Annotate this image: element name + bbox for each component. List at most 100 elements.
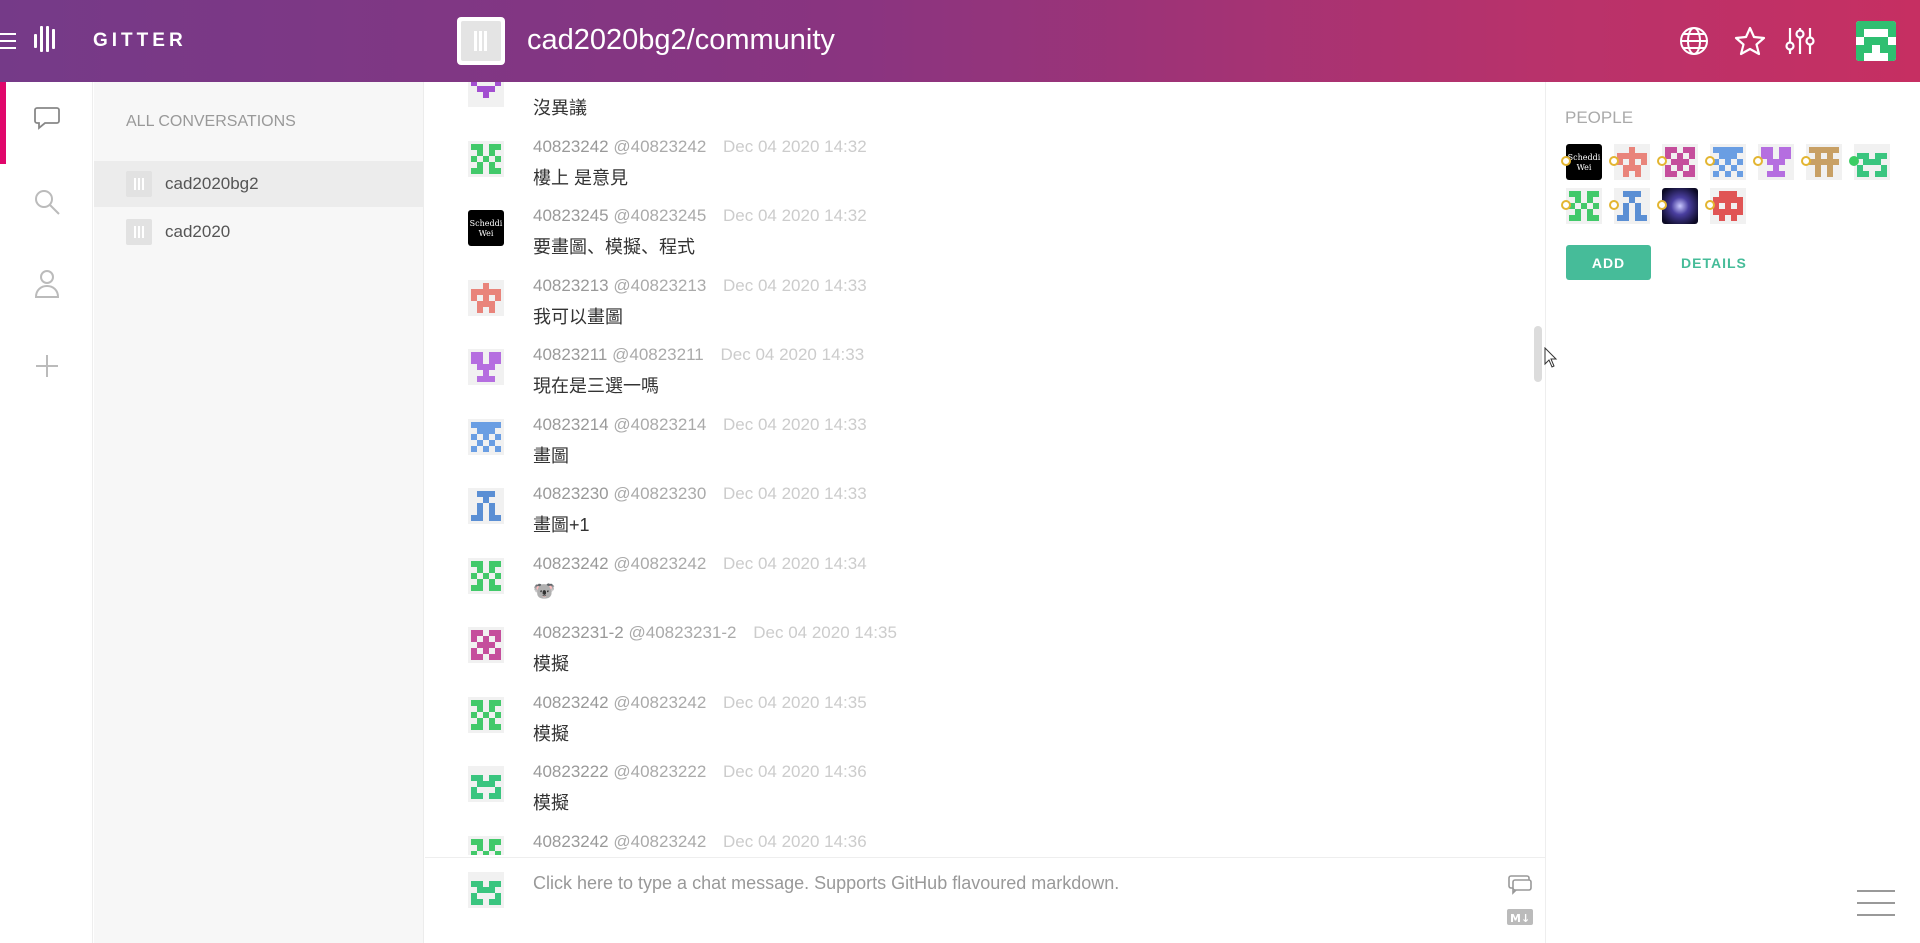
message-timestamp[interactable]: Dec 04 2020 14:33 — [723, 415, 867, 434]
message-author[interactable]: 40823213 — [533, 276, 609, 295]
person-avatar[interactable] — [1705, 144, 1748, 182]
conversation-label: cad2020 — [165, 222, 231, 241]
mouse-cursor-icon — [1544, 346, 1558, 374]
message-timestamp[interactable]: Dec 04 2020 14:32 — [723, 206, 867, 225]
message-author[interactable]: 40823242 — [533, 137, 609, 156]
message-timestamp[interactable]: Dec 04 2020 14:33 — [720, 345, 864, 364]
avatar[interactable] — [468, 627, 504, 663]
conversation-item-cad2020bg2[interactable]: cad2020bg2 — [94, 161, 424, 207]
message-timestamp[interactable]: Dec 04 2020 14:36 — [723, 762, 867, 781]
message-username[interactable]: @40823222 — [613, 762, 706, 781]
person-avatar[interactable]: Scheddi Wei — [1561, 144, 1604, 182]
user-avatar[interactable] — [1856, 21, 1896, 61]
message-timestamp[interactable]: Dec 04 2020 14:33 — [723, 484, 867, 503]
message-meta: 40823213 @40823213 Dec 04 2020 14:33 — [533, 276, 867, 296]
gitter-brand[interactable]: GITTER — [93, 30, 187, 52]
add-people-button[interactable]: ADD — [1566, 245, 1651, 280]
search-icon[interactable] — [29, 184, 65, 220]
star-icon[interactable] — [1731, 22, 1769, 60]
chat-message: 40823211 @40823211 Dec 04 2020 14:33 現在是… — [425, 332, 1545, 402]
message-username[interactable]: @40823242 — [613, 554, 706, 573]
message-meta: 40823222 @40823222 Dec 04 2020 14:36 — [533, 762, 867, 782]
compose-mode-icon[interactable] — [1505, 874, 1535, 896]
add-icon[interactable] — [29, 348, 65, 384]
person-avatar[interactable] — [1657, 188, 1700, 226]
avatar[interactable] — [468, 488, 504, 524]
avatar[interactable]: Scheddi Wei — [468, 210, 504, 246]
details-button[interactable]: DETAILS — [1681, 245, 1747, 280]
message-author[interactable]: 40823211 — [533, 345, 607, 364]
menu-icon[interactable] — [1857, 888, 1895, 918]
message-text: 要畫圖、模擬、程式 — [533, 237, 695, 257]
avatar[interactable] — [468, 82, 504, 107]
message-author[interactable]: 40823242 — [533, 832, 609, 851]
message-meta: 40823245 @40823245 Dec 04 2020 14:32 — [533, 206, 867, 226]
chat-scrollbar[interactable] — [1534, 326, 1542, 382]
person-avatar[interactable] — [1801, 144, 1844, 182]
avatar[interactable] — [468, 557, 504, 594]
message-timestamp[interactable]: Dec 04 2020 14:36 — [723, 832, 867, 851]
message-username[interactable]: @40823231-2 — [629, 623, 737, 642]
settings-sliders-icon[interactable] — [1781, 22, 1819, 60]
message-author[interactable]: 40823214 — [533, 415, 609, 434]
svg-text:M↓: M↓ — [1510, 912, 1530, 925]
message-username[interactable]: @40823242 — [613, 832, 706, 851]
message-username[interactable]: @40823213 — [613, 276, 706, 295]
conversations-panel: ALL CONVERSATIONS cad2020bg2 cad2020 — [94, 82, 424, 943]
message-text: 我可以畫圖 — [533, 306, 623, 327]
avatar[interactable] — [468, 696, 504, 733]
message-timestamp[interactable]: Dec 04 2020 14:34 — [723, 554, 867, 573]
chat-message: 40823242 @40823242 Dec 04 2020 14:36 — [425, 819, 1545, 855]
person-avatar[interactable] — [1609, 188, 1652, 226]
people-title: PEOPLE — [1565, 108, 1634, 127]
conversations-title: ALL CONVERSATIONS — [126, 113, 296, 130]
message-username[interactable]: @40823214 — [613, 415, 706, 434]
message-text: 模擬 — [533, 723, 569, 744]
person-avatar[interactable] — [1849, 144, 1892, 182]
person-avatar[interactable] — [1561, 188, 1604, 226]
avatar[interactable] — [468, 349, 504, 385]
person-avatar[interactable] — [1753, 144, 1796, 182]
conversations-icon[interactable] — [29, 100, 65, 136]
chat-messages: 沒異議 40823242 @40823242 Dec 04 2020 14:32… — [425, 82, 1545, 855]
globe-icon[interactable] — [1675, 22, 1713, 60]
message-username[interactable]: @40823245 — [613, 206, 706, 225]
message-timestamp[interactable]: Dec 04 2020 14:32 — [723, 137, 867, 156]
chat-message: 40823242 @40823242 Dec 04 2020 14:32 樓上 … — [425, 124, 1545, 194]
message-username[interactable]: @40823242 — [613, 693, 706, 712]
message-username[interactable]: @40823242 — [613, 137, 706, 156]
person-avatar[interactable] — [1705, 188, 1748, 226]
chat-message: 40823231-2 @40823231-2 Dec 04 2020 14:35… — [425, 610, 1545, 680]
message-username[interactable]: @40823230 — [613, 484, 706, 503]
markdown-icon[interactable]: M↓ — [1505, 908, 1535, 926]
message-author[interactable]: 40823230 — [533, 484, 609, 503]
message-timestamp[interactable]: Dec 04 2020 14:35 — [753, 623, 897, 642]
message-author[interactable]: 40823222 — [533, 762, 609, 781]
avatar[interactable] — [468, 835, 504, 855]
message-author[interactable]: 40823242 — [533, 554, 609, 573]
message-timestamp[interactable]: Dec 04 2020 14:33 — [723, 276, 867, 295]
presence-dot — [1849, 156, 1859, 166]
conversation-item-cad2020[interactable]: cad2020 — [94, 209, 424, 255]
room-icon — [126, 219, 152, 245]
chat-input[interactable]: Click here to type a chat message. Suppo… — [533, 866, 1433, 906]
person-avatar[interactable] — [1609, 144, 1652, 182]
message-author[interactable]: 40823242 — [533, 693, 609, 712]
hamburger-menu-icon[interactable] — [0, 33, 16, 49]
chat-message: Scheddi Wei 40823245 @40823245 Dec 04 202… — [425, 193, 1545, 263]
avatar[interactable] — [468, 418, 504, 455]
message-meta: 40823230 @40823230 Dec 04 2020 14:33 — [533, 484, 867, 504]
gitter-logo-icon[interactable] — [34, 26, 58, 56]
message-author[interactable]: 40823231-2 — [533, 623, 624, 642]
chat-input-bar: Click here to type a chat message. Suppo… — [425, 857, 1545, 943]
people-icon[interactable] — [29, 265, 65, 301]
message-username[interactable]: @40823211 — [612, 345, 704, 364]
message-author[interactable]: 40823245 — [533, 206, 609, 225]
person-avatar[interactable] — [1657, 144, 1700, 182]
avatar[interactable] — [468, 140, 504, 177]
presence-dot — [1609, 200, 1619, 210]
message-meta: 40823214 @40823214 Dec 04 2020 14:33 — [533, 415, 867, 435]
avatar[interactable] — [468, 279, 504, 316]
message-timestamp[interactable]: Dec 04 2020 14:35 — [723, 693, 867, 712]
avatar[interactable] — [468, 766, 504, 802]
